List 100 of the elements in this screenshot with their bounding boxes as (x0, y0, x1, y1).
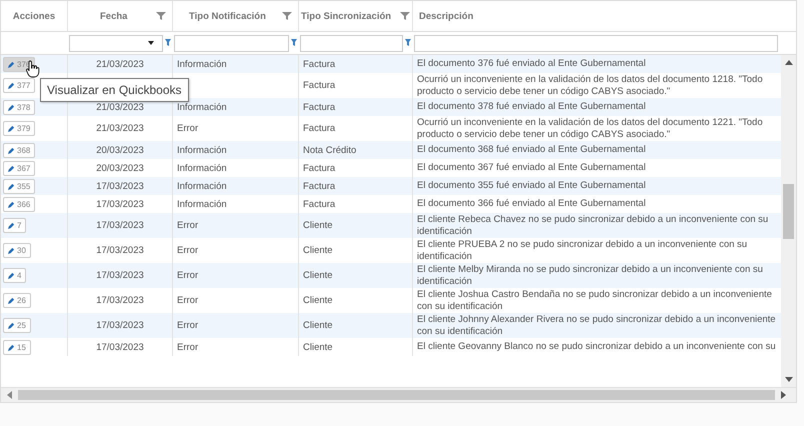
sync-type-cell: Factura (303, 80, 336, 91)
edit-button[interactable]: 25 (3, 318, 31, 333)
scroll-down-icon[interactable] (784, 377, 792, 382)
sync-type-cell: Factura (303, 58, 336, 70)
edit-button[interactable]: 368 (3, 142, 36, 158)
edit-button[interactable]: 355 (3, 178, 36, 194)
notification-type-cell: Información (177, 180, 227, 192)
notification-type-cell: Error (177, 270, 198, 281)
edit-button[interactable]: 26 (3, 293, 31, 308)
edit-button[interactable]: 366 (3, 196, 36, 212)
pencil-icon (8, 272, 15, 279)
description-cell-text: El cliente PRUEBA 2 no se pudo sincronizar debido a un inconveniente con su identificación (417, 239, 748, 262)
column-header[interactable]: Acciones (12, 10, 56, 22)
sync-type-cell: Factura (303, 198, 336, 210)
pencil-icon (8, 297, 15, 304)
pencil-icon (8, 247, 15, 254)
sync-type-cell: Cliente (303, 245, 333, 256)
description-cell-text: El cliente Joshua Castro Bendaña no se pudo sincronizar debido a un inconveniente con su identificación (417, 289, 773, 312)
scroll-thumb[interactable] (18, 390, 775, 400)
scroll-left-icon[interactable] (7, 391, 12, 399)
sync-type-cell: Nota Crédito (303, 144, 356, 156)
edit-button[interactable]: 4 (3, 268, 26, 283)
notification-type-cell: Error (177, 220, 198, 231)
filter-icon[interactable] (165, 39, 171, 47)
edit-button[interactable]: 379 (3, 121, 36, 136)
scroll-right-icon[interactable] (781, 391, 786, 399)
description-cell: El documento 368 fué enviado al Ente Gubernamental (417, 144, 646, 156)
date-cell: 17/03/2023 (96, 180, 144, 192)
notification-type-cell: Información (177, 144, 227, 156)
date-cell: 17/03/2023 (96, 245, 144, 256)
description-cell: El documento 366 fué enviado al Ente Gubernamental (417, 198, 646, 210)
edit-button[interactable]: 7 (3, 218, 26, 233)
notification-type-cell: Error (177, 342, 198, 352)
description-cell: El documento 355 fué enviado al Ente Gubernamental (417, 180, 646, 192)
filter-icon[interactable] (405, 39, 411, 47)
notification-type-cell: Error (177, 295, 198, 306)
tooltip: Visualizar en Quickbooks (40, 78, 189, 102)
edit-button[interactable]: 377 (3, 78, 36, 93)
horizontal-scrollbar[interactable] (1, 387, 796, 402)
description-cell-text: El cliente Johnny Alexander Rivera no se pudo sincronizar debido a un inconveniente con su identificación (417, 314, 777, 337)
caret-icon (148, 41, 154, 45)
edit-button[interactable]: 367 (3, 160, 36, 176)
pencil-icon (8, 200, 15, 208)
date-cell: 17/03/2023 (96, 270, 144, 281)
filter-field[interactable] (414, 34, 778, 52)
filter-icon[interactable] (291, 39, 297, 47)
column-header[interactable]: Descripción (419, 10, 474, 22)
scroll-up-icon[interactable] (784, 60, 792, 65)
date-cell: 17/03/2023 (96, 320, 144, 331)
date-cell: 17/03/2023 (96, 342, 144, 352)
vertical-scrollbar[interactable] (781, 55, 796, 387)
date-cell: 21/03/2023 (96, 58, 144, 70)
column-header[interactable]: Tipo Notificación (189, 10, 266, 22)
notification-type-cell: Información (177, 198, 227, 210)
edit-button[interactable]: 30 (3, 243, 31, 258)
filter-icon[interactable] (400, 11, 410, 21)
pencil-icon (8, 60, 15, 68)
filter-field[interactable] (300, 34, 403, 52)
notification-type-cell: Error (177, 245, 198, 256)
notification-type-cell: Error (177, 320, 198, 331)
edit-button[interactable]: 378 (3, 100, 36, 114)
column-header[interactable]: Fecha (100, 10, 128, 22)
scroll-thumb[interactable] (783, 184, 794, 239)
sync-type-cell: Cliente (303, 342, 333, 352)
description-cell-text: Ocurrió un inconveniente en la validación de los datos del documento 1221. "Todo producto o servicio debe tener un código CABYS asociado." (417, 117, 764, 140)
filter-icon[interactable] (156, 11, 166, 21)
pencil-icon (8, 164, 15, 172)
pencil-icon (8, 322, 15, 329)
date-cell: 20/03/2023 (96, 162, 144, 174)
date-cell: 20/03/2023 (96, 144, 144, 156)
description-cell: El documento 378 fué enviado al Ente Gubernamental (417, 101, 646, 113)
description-cell-text: El cliente Melby Miranda no se pudo sincronizar debido a un inconveniente con su identificación (417, 264, 764, 287)
pencil-icon (8, 182, 15, 190)
sync-type-cell: Factura (303, 180, 336, 192)
filter-field[interactable] (174, 34, 289, 52)
notification-type-cell: Error (177, 123, 198, 134)
sync-type-cell: Cliente (303, 270, 333, 281)
date-cell: 21/03/2023 (96, 102, 144, 112)
notification-type-cell: Información (177, 162, 227, 174)
edit-button[interactable]: 15 (3, 340, 31, 354)
date-cell: 17/03/2023 (96, 220, 144, 231)
filter-icon[interactable] (282, 11, 292, 21)
date-cell: 17/03/2023 (96, 198, 144, 210)
date-cell: 17/03/2023 (96, 295, 144, 306)
sync-type-cell: Cliente (303, 320, 333, 331)
pencil-icon (8, 344, 15, 350)
notification-type-cell: Información (177, 102, 227, 112)
sync-type-cell: Factura (303, 123, 336, 134)
pencil-icon (8, 222, 15, 229)
sync-type-cell: Cliente (303, 295, 333, 306)
sync-type-cell: Factura (303, 162, 336, 174)
pencil-icon (8, 125, 15, 132)
pencil-icon (8, 146, 15, 154)
description-cell: El documento 376 fué enviado al Ente Gubernamental (417, 58, 646, 70)
column-header[interactable]: Tipo Sincronización (301, 10, 392, 22)
description-cell: El cliente Geovanny Blanco no se pudo sincronizar debido a un inconveniente con su (417, 341, 776, 353)
sync-type-cell: Factura (303, 102, 336, 112)
description-cell-text: Ocurrió un inconveniente en la validación de los datos del documento 1218. "Todo producto o servicio debe tener un código CABYS asociado." (417, 74, 764, 97)
sync-type-cell: Cliente (303, 220, 333, 231)
pencil-icon (8, 104, 15, 110)
